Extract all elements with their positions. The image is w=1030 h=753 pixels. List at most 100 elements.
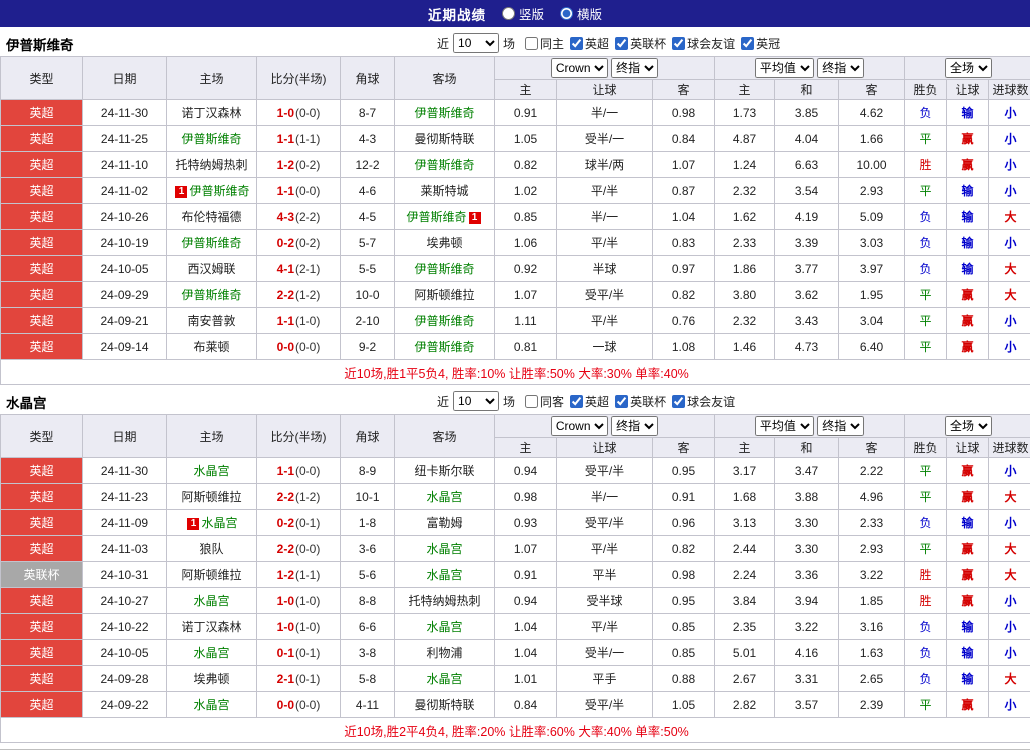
league-filter-option[interactable]: 球会友谊	[672, 35, 735, 52]
corner-cell: 6-6	[341, 614, 395, 640]
view-option-vertical[interactable]: 竖版	[502, 4, 544, 23]
asia-home-odds-cell: 0.94	[495, 588, 557, 614]
euro-away-odds-cell: 3.03	[839, 230, 905, 256]
home-team-cell: 狼队	[167, 536, 257, 562]
match-count-select[interactable]: 10	[453, 391, 499, 411]
corner-cell: 5-7	[341, 230, 395, 256]
asia-away-odds-cell: 0.87	[653, 178, 715, 204]
league-filter-checkbox[interactable]	[570, 37, 583, 50]
team-name: 南安普敦	[187, 314, 235, 328]
goals-result-cell: 小	[989, 588, 1030, 614]
odds-stage-select[interactable]: 终指	[611, 416, 658, 436]
horizontal-view-radio[interactable]	[560, 7, 573, 20]
average-stage-select[interactable]: 终指	[817, 416, 864, 436]
fulltime-score: 1-0	[277, 106, 294, 120]
col-header-score: 比分(半场)	[257, 57, 341, 100]
date-cell: 24-11-03	[83, 536, 167, 562]
league-filter-checkbox[interactable]	[615, 395, 628, 408]
asia-home-odds-cell: 0.91	[495, 100, 557, 126]
corner-cell: 5-6	[341, 562, 395, 588]
goals-result-cell: 小	[989, 640, 1030, 666]
euro-away-odds-cell: 1.63	[839, 640, 905, 666]
average-stage-select[interactable]: 终指	[817, 58, 864, 78]
league-filter-checkbox[interactable]	[672, 395, 685, 408]
match-row: 英超24-11-021伊普斯维奇1-1(0-0)4-6莱斯特城1.02平/半0.…	[1, 178, 1030, 204]
home-team-cell: 阿斯顿维拉	[167, 484, 257, 510]
league-filter-option[interactable]: 英超	[570, 393, 609, 410]
league-filter-checkbox[interactable]	[741, 37, 754, 50]
view-option-horizontal[interactable]: 横版	[560, 4, 602, 23]
fulltime-score: 1-1	[277, 464, 294, 478]
team-name: 伊普斯维奇	[414, 158, 474, 172]
scope-select[interactable]: 全场	[945, 58, 992, 78]
match-count-select[interactable]: 10	[453, 33, 499, 53]
league-filter-checkbox[interactable]	[525, 37, 538, 50]
team-name: 伊普斯维奇	[189, 184, 249, 198]
goals-result-cell: 大	[989, 562, 1030, 588]
date-cell: 24-11-02	[83, 178, 167, 204]
league-filter-option[interactable]: 英冠	[741, 35, 780, 52]
league-cell: 英超	[1, 458, 83, 484]
asia-away-odds-cell: 0.97	[653, 256, 715, 282]
date-cell: 24-09-29	[83, 282, 167, 308]
goals-result-cell: 大	[989, 536, 1030, 562]
halftime-score: (0-1)	[295, 672, 320, 686]
handicap-cell: 平半	[557, 562, 653, 588]
league-cell: 英超	[1, 510, 83, 536]
euro-draw-odds-cell: 4.16	[775, 640, 839, 666]
league-filter-option[interactable]: 球会友谊	[672, 393, 735, 410]
away-team-cell: 水晶宫	[395, 562, 495, 588]
euro-draw-odds-cell: 6.63	[775, 152, 839, 178]
average-select[interactable]: 平均值	[755, 58, 814, 78]
date-cell: 24-11-30	[83, 100, 167, 126]
league-filter-option[interactable]: 同客	[525, 393, 564, 410]
league-filter-checkbox[interactable]	[570, 395, 583, 408]
corner-cell: 1-8	[341, 510, 395, 536]
handicap-cell: 平/半	[557, 614, 653, 640]
asia-home-odds-cell: 0.92	[495, 256, 557, 282]
match-row: 英超24-10-05西汉姆联4-1(2-1)5-5伊普斯维奇0.92半球0.97…	[1, 256, 1030, 282]
away-team-cell: 伊普斯维奇	[395, 256, 495, 282]
col-header-away: 客场	[395, 57, 495, 100]
vertical-view-radio[interactable]	[502, 7, 515, 20]
euro-home-odds-cell: 1.73	[715, 100, 775, 126]
section-team-title: 伊普斯维奇	[6, 34, 74, 54]
euro-draw-odds-cell: 3.47	[775, 458, 839, 484]
match-row: 英超24-11-30水晶宫1-1(0-0)8-9纽卡斯尔联0.94受平/半0.9…	[1, 458, 1030, 484]
league-filter-checkbox[interactable]	[672, 37, 685, 50]
league-filter-label: 英超	[585, 35, 609, 52]
asia-away-odds-cell: 0.76	[653, 308, 715, 334]
asia-home-odds-cell: 1.06	[495, 230, 557, 256]
euro-home-odds-cell: 1.46	[715, 334, 775, 360]
bookmaker-select[interactable]: Crown	[551, 58, 608, 78]
col-header-euro-away: 客	[839, 80, 905, 100]
league-filter-option[interactable]: 英联杯	[615, 35, 666, 52]
col-header-goals: 进球数	[989, 438, 1030, 458]
goals-result-cell: 小	[989, 614, 1030, 640]
league-filter-checkbox[interactable]	[525, 395, 538, 408]
scope-select[interactable]: 全场	[945, 416, 992, 436]
league-filter-option[interactable]: 英联杯	[615, 393, 666, 410]
halftime-score: (1-0)	[295, 314, 320, 328]
league-filter-option[interactable]: 英超	[570, 35, 609, 52]
bookmaker-select[interactable]: Crown	[551, 416, 608, 436]
league-filter-option[interactable]: 同主	[525, 35, 564, 52]
col-header-handicap-result: 让球	[947, 438, 989, 458]
fulltime-score: 1-1	[277, 184, 294, 198]
team-name: 托特纳姆热刺	[175, 158, 247, 172]
odds-stage-select[interactable]: 终指	[611, 58, 658, 78]
score-cell: 1-2(0-2)	[257, 152, 341, 178]
goals-result-cell: 小	[989, 510, 1030, 536]
team-section-ipswich: 伊普斯维奇 近 10 场 同主英超英联杯球会友谊英冠 类型 日期 主场 比分(半…	[0, 32, 1030, 385]
handicap-result-cell: 输	[947, 204, 989, 230]
league-filter-checkbox[interactable]	[615, 37, 628, 50]
col-header-handicap: 让球	[557, 438, 653, 458]
date-cell: 24-10-26	[83, 204, 167, 230]
team-name: 水晶宫	[193, 594, 229, 608]
result-cell: 平	[905, 536, 947, 562]
average-select[interactable]: 平均值	[755, 416, 814, 436]
halftime-score: (0-0)	[295, 542, 320, 556]
handicap-result-cell: 赢	[947, 484, 989, 510]
result-cell: 平	[905, 178, 947, 204]
halftime-score: (0-0)	[295, 698, 320, 712]
